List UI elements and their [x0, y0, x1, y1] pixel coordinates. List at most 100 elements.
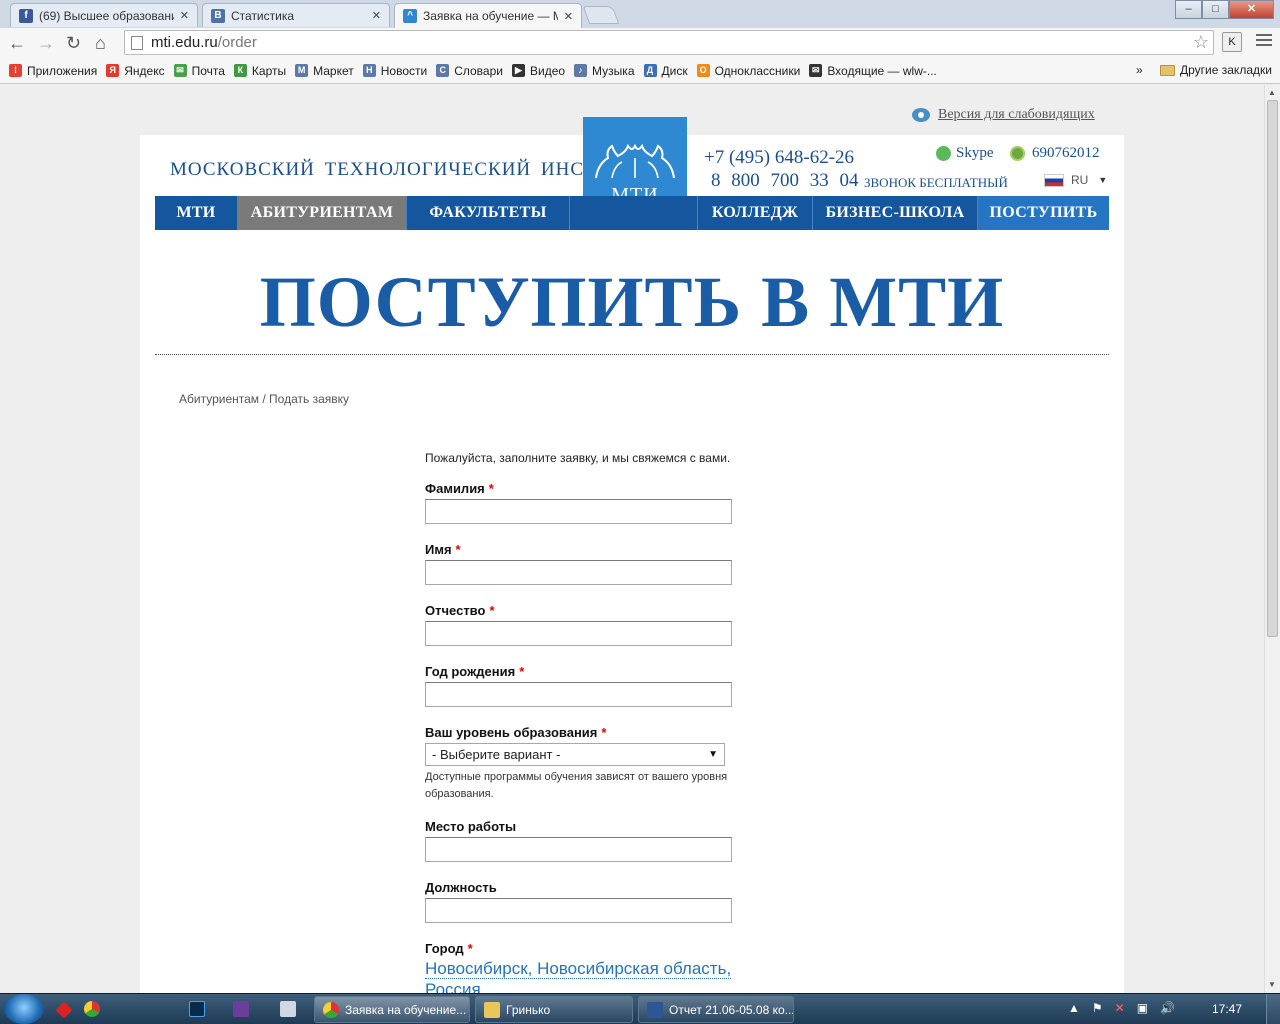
- bookmark-yandex[interactable]: Я Яндекс: [106, 64, 165, 78]
- patronymic-input[interactable]: [425, 621, 732, 646]
- maximize-button[interactable]: □: [1202, 0, 1229, 19]
- close-icon[interactable]: ✕: [372, 9, 381, 22]
- field-birth-year: Год рождения *: [425, 664, 765, 707]
- city-selector[interactable]: Новосибирск, Новосибирская область, Росс…: [425, 959, 732, 993]
- close-icon[interactable]: ✕: [564, 10, 573, 23]
- bookmark-label: Диск: [661, 63, 688, 78]
- bookmark-inbox[interactable]: ✉ Входящие — wlw-...: [809, 64, 937, 78]
- skype-label: Skype: [956, 145, 994, 161]
- bookmark-odnoklassniki[interactable]: О Одноклассники: [696, 64, 800, 78]
- bookmark-dictionaries[interactable]: С Словари: [436, 64, 503, 78]
- windows-taskbar: Заявка на обучение... Гринько Отчет 21.0…: [0, 993, 1280, 1024]
- main-navigation: МТИ АБИТУРИЕНТАМ ФАКУЛЬТЕТЫ КОЛЛЕДЖ БИЗН…: [155, 196, 1109, 230]
- tab-order-form[interactable]: ^ Заявка на обучение — М ✕: [394, 3, 582, 28]
- start-button[interactable]: [4, 994, 44, 1024]
- free-call-note: ЗВОНОК БЕСПЛАТНЫЙ: [864, 175, 1008, 190]
- tab-statistics[interactable]: В Статистика ✕: [202, 3, 390, 27]
- visual-studio-icon[interactable]: [233, 1001, 249, 1017]
- show-hidden-icons[interactable]: ▲: [1068, 1001, 1080, 1015]
- pokerstars-icon[interactable]: [55, 1001, 73, 1019]
- scroll-up-icon[interactable]: ▲: [1268, 88, 1276, 97]
- task-word-report[interactable]: Отчет 21.06-05.08 ко...: [638, 996, 794, 1023]
- task-chrome-order[interactable]: Заявка на обучение...: [314, 996, 470, 1023]
- bookmark-maps[interactable]: К Карты: [233, 64, 286, 78]
- bookmark-market[interactable]: М Маркет: [295, 64, 354, 78]
- system-tray: ▲ ⚑ ✕ ▣ 🔊: [1068, 1001, 1187, 1015]
- back-icon[interactable]: ←: [8, 33, 26, 53]
- tab-label: Статистика: [231, 8, 295, 23]
- tab-facebook[interactable]: f (69) Высшее образовани ✕: [10, 3, 198, 27]
- show-desktop-button[interactable]: [1266, 994, 1280, 1024]
- bookmark-apps[interactable]: ⁞ Приложения: [9, 64, 97, 78]
- bookmark-label: Входящие — wlw-...: [827, 63, 937, 78]
- education-select[interactable]: - Выберите вариант - ▼: [425, 743, 725, 766]
- surname-input[interactable]: [425, 499, 732, 524]
- extension-icon[interactable]: K: [1222, 32, 1242, 52]
- bookmarks-bar: ⁞ Приложения Я Яндекс ✉ Почта К Карты М Марке…: [0, 58, 1280, 84]
- system-clock[interactable]: 17:47: [1212, 1002, 1242, 1016]
- surname-label: Фамилия *: [425, 481, 494, 496]
- birth-year-input[interactable]: [425, 682, 732, 707]
- photoshop-icon[interactable]: [189, 1001, 205, 1017]
- skype-contact[interactable]: Skype: [936, 145, 994, 162]
- calculator-icon[interactable]: [280, 1001, 296, 1017]
- video-icon: ▶: [511, 64, 525, 77]
- window-controls: – □ ✕: [1175, 0, 1274, 19]
- logo-domes-icon: [595, 144, 675, 179]
- scroll-down-icon[interactable]: ▼: [1268, 980, 1276, 989]
- volume-icon[interactable]: 🔊: [1160, 1001, 1175, 1015]
- bookmark-news[interactable]: Н Новости: [362, 64, 427, 78]
- display-icon[interactable]: ▣: [1137, 1001, 1148, 1015]
- required-mark: *: [467, 941, 473, 956]
- chevron-down-icon: ▼: [1098, 175, 1108, 185]
- nav-mti[interactable]: МТИ: [155, 196, 238, 230]
- page-viewport: Версия для слабовидящих МОСКОВСКИЙ ТЕХНО…: [0, 85, 1264, 993]
- education-selected-value: - Выберите вариант -: [432, 747, 561, 762]
- page-scrollbar[interactable]: ▲ ▼: [1264, 85, 1280, 993]
- phone-free[interactable]: 8 800 700 33 04: [711, 170, 859, 192]
- language-selector[interactable]: RU ▼: [1044, 173, 1107, 187]
- new-tab-button[interactable]: [582, 6, 620, 24]
- phone-moscow[interactable]: +7 (495) 648-62-26: [704, 147, 854, 169]
- address-bar[interactable]: mti.edu.ru/order ☆: [124, 30, 1214, 55]
- bookmark-star-icon[interactable]: ☆: [1193, 32, 1209, 53]
- minimize-button[interactable]: –: [1175, 0, 1202, 19]
- chrome-icon[interactable]: [84, 1001, 100, 1017]
- news-icon: Н: [362, 64, 376, 77]
- bookmark-mail[interactable]: ✉ Почта: [173, 64, 225, 78]
- bookmark-disk[interactable]: Д Диск: [643, 63, 688, 78]
- bookmark-label: Словари: [454, 63, 503, 78]
- task-label: Отчет 21.06-05.08 ко...: [669, 1002, 794, 1017]
- bookmarks-overflow-button[interactable]: »: [1136, 63, 1143, 77]
- required-mark: *: [519, 664, 525, 679]
- nav-apply[interactable]: ПОСТУПИТЬ: [978, 196, 1109, 230]
- bookmark-video[interactable]: ▶ Видео: [511, 64, 565, 78]
- nav-college[interactable]: КОЛЛЕДЖ: [698, 196, 813, 230]
- home-icon[interactable]: ⌂: [95, 33, 106, 53]
- action-center-icon[interactable]: ⚑: [1092, 1001, 1103, 1015]
- nav-applicants[interactable]: АБИТУРИЕНТАМ: [238, 196, 407, 230]
- reload-icon[interactable]: ↻: [66, 33, 81, 53]
- scrollbar-thumb[interactable]: [1267, 100, 1278, 637]
- other-bookmarks[interactable]: Другие закладки: [1160, 63, 1272, 77]
- browser-toolbar: ← → ↻ ⌂ mti.edu.ru/order ☆ K: [0, 28, 1280, 58]
- workplace-input[interactable]: [425, 837, 732, 862]
- nav-business-school[interactable]: БИЗНЕС-ШКОЛА: [813, 196, 978, 230]
- tab-label: (69) Высшее образовани: [39, 8, 174, 23]
- chrome-icon: [323, 1001, 339, 1018]
- apps-icon: ⁞: [9, 64, 22, 77]
- disk-icon: Д: [643, 64, 657, 77]
- network-error-icon[interactable]: ✕: [1115, 1001, 1125, 1015]
- window-close-button[interactable]: ✕: [1229, 0, 1274, 19]
- forward-icon[interactable]: →: [37, 33, 55, 53]
- browser-menu-icon[interactable]: [1256, 34, 1272, 49]
- position-input[interactable]: [425, 898, 732, 923]
- accessibility-version-link[interactable]: Версия для слабовидящих: [912, 107, 1095, 123]
- name-input[interactable]: [425, 560, 732, 585]
- bookmark-music[interactable]: ♪ Музыка: [574, 64, 635, 78]
- nav-faculties[interactable]: ФАКУЛЬТЕТЫ: [407, 196, 570, 230]
- task-folder-grinko[interactable]: Гринько: [475, 996, 633, 1023]
- icq-contact[interactable]: 690762012: [1010, 145, 1100, 162]
- bookmark-label: Приложения: [27, 63, 98, 78]
- close-icon[interactable]: ✕: [180, 9, 189, 22]
